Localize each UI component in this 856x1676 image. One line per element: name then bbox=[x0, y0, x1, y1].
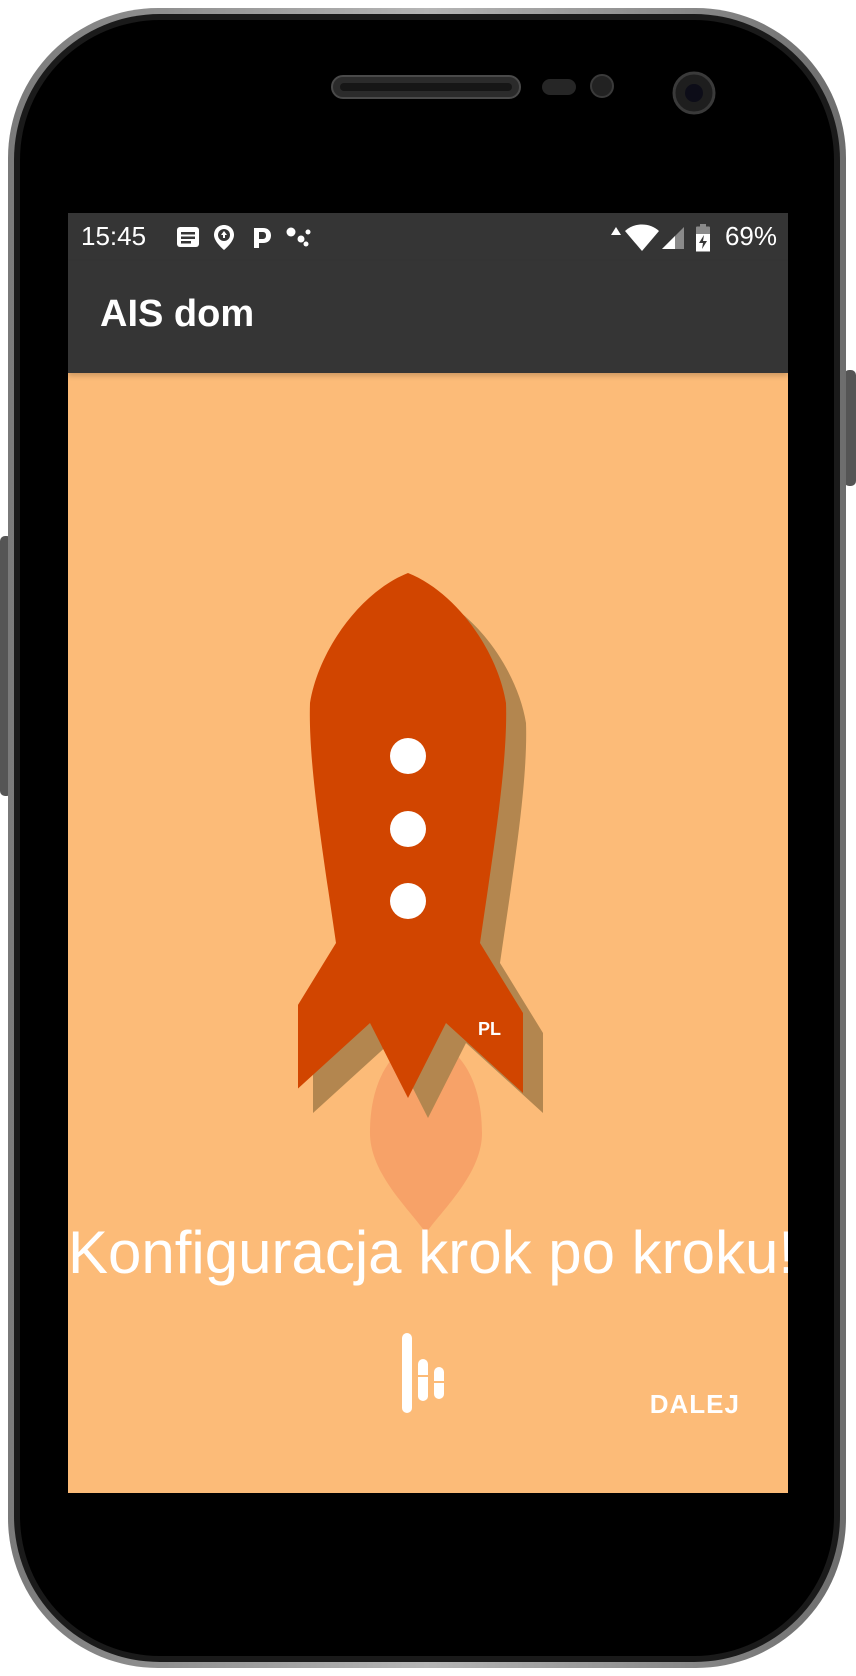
proximity-sensor bbox=[542, 79, 576, 95]
device-frame: 15:45 69% AIS dom PL Konfiguracja krok p… bbox=[0, 0, 856, 1676]
light-sensor bbox=[590, 74, 614, 98]
assistant-icon bbox=[286, 227, 311, 247]
rocket-window bbox=[390, 883, 426, 919]
next-button[interactable]: DALEJ bbox=[642, 1383, 748, 1426]
rocket-window bbox=[390, 811, 426, 847]
status-bar: 15:45 69% bbox=[68, 213, 788, 261]
battery-charging-icon bbox=[696, 224, 710, 252]
wifi-icon bbox=[625, 224, 659, 251]
location-upload-icon bbox=[214, 225, 234, 250]
parking-icon bbox=[254, 228, 271, 248]
battery-level: 69% bbox=[724, 221, 777, 251]
data-arrow-icon bbox=[611, 227, 621, 235]
screen: 15:45 69% AIS dom PL Konfiguracja krok p… bbox=[68, 213, 788, 1493]
app-bar: AIS dom bbox=[68, 261, 788, 373]
status-time: 15:45 bbox=[81, 221, 147, 251]
app-title: AIS dom bbox=[100, 293, 255, 335]
news-icon bbox=[177, 227, 199, 247]
onboarding-headline: Konfiguracja krok po kroku! bbox=[68, 1219, 788, 1286]
rocket-icon: PL bbox=[298, 573, 543, 1233]
ais-dom-logo-icon bbox=[402, 1333, 444, 1413]
rocket-badge: PL bbox=[478, 1019, 501, 1039]
rocket-window bbox=[390, 738, 426, 774]
signal-icon bbox=[662, 227, 684, 249]
